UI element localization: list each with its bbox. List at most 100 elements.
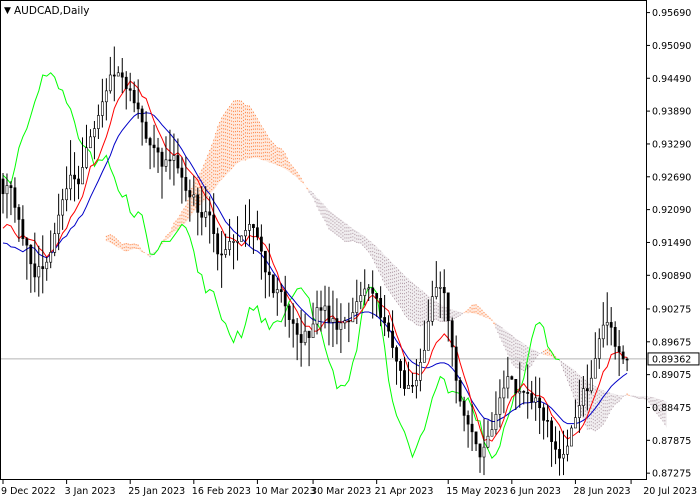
- candle-body: [426, 320, 430, 351]
- candle-body: [514, 378, 518, 394]
- price-tag-label: 0.89362: [652, 354, 691, 365]
- y-tick-label: 0.95690: [652, 8, 691, 19]
- candle-body: [259, 236, 263, 252]
- candle-body: [49, 252, 53, 263]
- candle-body: [526, 392, 530, 394]
- candle-body: [124, 76, 128, 89]
- candle-body: [93, 128, 96, 138]
- cloud-segment: [440, 304, 445, 322]
- candle-body: [434, 287, 438, 297]
- candle-body: [470, 423, 474, 433]
- candle-body: [37, 266, 41, 278]
- candle-body: [104, 90, 108, 103]
- candle-body: [578, 405, 581, 418]
- ichimoku-chart: 0.95690 0.95090 0.94490 0.93890 0.93290 0.926…: [0, 0, 700, 500]
- candle-body: [33, 263, 37, 278]
- candle-body: [418, 362, 422, 381]
- candle-body: [108, 74, 112, 92]
- candle-body: [518, 391, 522, 394]
- candle-body: [343, 320, 347, 324]
- y-tick-label: 0.92690: [652, 172, 691, 183]
- y-tick-label: 0.95090: [652, 41, 691, 52]
- candle-body: [275, 289, 279, 294]
- candle-body: [252, 224, 255, 228]
- candle-body: [534, 397, 538, 403]
- candle-body: [530, 393, 534, 403]
- cloud-segment: [217, 117, 222, 185]
- candle-body: [430, 296, 434, 322]
- candle-body: [263, 250, 267, 273]
- candle-body: [367, 287, 371, 290]
- candle-body: [625, 358, 629, 361]
- candle-body: [601, 324, 605, 340]
- candle-body: [271, 274, 275, 294]
- candle-body: [351, 312, 355, 323]
- candle-body: [144, 121, 148, 139]
- candle-body: [347, 320, 351, 323]
- candle-body: [97, 115, 100, 129]
- candle-body: [85, 147, 88, 168]
- candle-body: [283, 291, 287, 307]
- candle-body: [415, 380, 418, 387]
- candle-body: [411, 385, 414, 387]
- candle-body: [244, 230, 247, 237]
- candle-body: [41, 266, 45, 270]
- candle-body: [490, 429, 494, 437]
- candle-body: [502, 387, 506, 399]
- y-axis: 0.95690 0.95090 0.94490 0.93890 0.93290 0.926…: [646, 8, 691, 480]
- y-tick-label: 0.87275: [652, 469, 691, 480]
- y-tick-label: 0.93890: [652, 107, 691, 118]
- candle-body: [236, 241, 239, 243]
- cloud-segment: [472, 304, 477, 315]
- candle-body: [506, 376, 510, 389]
- candle-body: [180, 167, 184, 178]
- symbol-header[interactable]: ▼ AUDCAD,Daily: [4, 5, 89, 17]
- candle-body: [399, 360, 402, 371]
- candle-body: [291, 319, 295, 324]
- candle-body: [613, 326, 617, 347]
- candle-body: [335, 318, 339, 330]
- candle-body: [208, 211, 212, 216]
- chevron-down-icon[interactable]: ▼: [4, 6, 11, 16]
- cloud-segment: [416, 285, 421, 327]
- x-tick-label: 30 Mar 2023: [311, 486, 371, 497]
- candle-body: [387, 322, 390, 332]
- y-tick-label: 0.89075: [652, 370, 691, 381]
- candle-body: [566, 445, 569, 455]
- candle-body: [160, 151, 164, 167]
- candle-body: [9, 185, 13, 189]
- candle-body: [184, 177, 188, 191]
- y-tick-label: 0.92090: [652, 205, 691, 216]
- cloud-segment: [249, 105, 254, 159]
- candle-body: [391, 330, 394, 348]
- candle-body: [116, 72, 120, 77]
- candle-body: [196, 194, 200, 213]
- candle-body: [216, 233, 220, 255]
- candle-body: [152, 144, 156, 149]
- candle-body: [21, 219, 25, 239]
- candle-body: [17, 207, 21, 220]
- candle-body: [61, 199, 65, 216]
- cloud-segment: [392, 263, 397, 303]
- candle-body: [100, 101, 104, 116]
- candle-body: [240, 235, 243, 242]
- candle-body: [371, 287, 375, 294]
- candle-body: [303, 330, 307, 343]
- candle-body: [307, 330, 311, 338]
- cloud-segment: [591, 384, 596, 432]
- candle-body: [192, 194, 196, 198]
- candle-body: [140, 108, 144, 123]
- candle-body: [69, 174, 72, 190]
- candle-body: [112, 74, 116, 77]
- candle-body: [45, 261, 49, 270]
- candle-body: [172, 155, 176, 161]
- price-tag: 0.89362: [647, 352, 700, 366]
- candle-body: [546, 420, 549, 422]
- candle-body: [538, 397, 542, 409]
- candle-body: [248, 224, 251, 231]
- candle-body: [383, 317, 387, 324]
- candle-body: [132, 90, 136, 104]
- x-tick-label: 28 Jun 2023: [573, 486, 630, 497]
- candle-body: [379, 297, 383, 318]
- candle-body: [597, 338, 601, 359]
